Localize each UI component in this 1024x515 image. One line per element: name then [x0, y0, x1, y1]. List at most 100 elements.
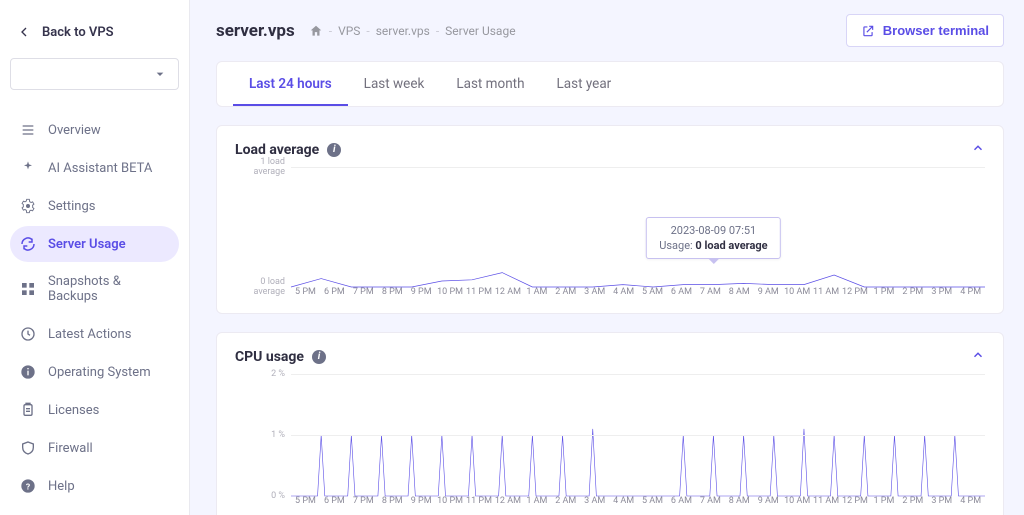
- x-tick-label: 8 PM: [378, 287, 407, 297]
- grid-line: [291, 374, 985, 375]
- y-tick-label: 1 %: [235, 430, 285, 440]
- sidebar-item-label: Licenses: [48, 403, 99, 418]
- sidebar-item-label: Overview: [48, 123, 101, 138]
- x-tick-label: 2 AM: [551, 496, 580, 506]
- x-tick-label: 6 AM: [667, 496, 696, 506]
- breadcrumb: - VPS - server.vps - Server Usage: [309, 24, 516, 38]
- x-tick-label: 4 AM: [609, 496, 638, 506]
- info-icon: [20, 364, 36, 380]
- cpu-usage-chart[interactable]: 2 %1 %0 %: [291, 374, 985, 496]
- x-tick-label: 3 PM: [927, 496, 956, 506]
- load-average-card: Load average i 2023-08-09 07:51 Usage: 0…: [216, 125, 1004, 314]
- grid-line: [291, 435, 985, 436]
- arrow-left-icon: [16, 24, 32, 40]
- sidebar: Back to VPS Overview AI Assistant BETA S…: [0, 0, 190, 515]
- x-tick-label: 7 PM: [349, 287, 378, 297]
- sidebar-item-overview[interactable]: Overview: [10, 112, 179, 148]
- x-tick-label: 7 AM: [696, 287, 725, 297]
- sidebar-item-label: Help: [48, 479, 75, 494]
- browser-terminal-label: Browser terminal: [883, 23, 989, 38]
- x-tick-label: 9 AM: [754, 496, 783, 506]
- clipboard-icon: [20, 402, 36, 418]
- x-tick-label: 5 AM: [638, 287, 667, 297]
- tab-last-24-hours[interactable]: Last 24 hours: [233, 62, 348, 106]
- x-tick-label: 4 PM: [956, 496, 985, 506]
- x-tick-label: 3 AM: [580, 287, 609, 297]
- x-tick-label: 6 PM: [320, 496, 349, 506]
- breadcrumb-item[interactable]: VPS: [338, 24, 360, 38]
- back-to-vps-link[interactable]: Back to VPS: [10, 14, 179, 58]
- back-to-vps-label: Back to VPS: [42, 25, 114, 40]
- tab-last-month[interactable]: Last month: [440, 62, 540, 106]
- y-tick-label: 0 %: [235, 491, 285, 501]
- svg-text:?: ?: [26, 482, 30, 492]
- x-tick-label: 9 AM: [754, 287, 783, 297]
- sidebar-item-server-usage[interactable]: Server Usage: [10, 226, 179, 262]
- info-icon[interactable]: i: [327, 143, 341, 157]
- server-select-dropdown[interactable]: [10, 58, 179, 90]
- x-tick-label: 5 PM: [291, 287, 320, 297]
- x-tick-label: 10 PM: [436, 287, 465, 297]
- x-tick-label: 1 PM: [869, 496, 898, 506]
- chart-title: CPU usage: [235, 349, 304, 365]
- sidebar-item-help[interactable]: ? Help: [10, 468, 179, 504]
- breadcrumb-item[interactable]: server.vps: [376, 24, 430, 38]
- browser-terminal-button[interactable]: Browser terminal: [846, 14, 1004, 47]
- list-icon: [20, 122, 36, 138]
- grid-icon: [20, 281, 36, 297]
- page-title: server.vps: [216, 21, 295, 41]
- x-tick-label: 12 PM: [841, 287, 870, 297]
- x-tick-label: 1 AM: [522, 287, 551, 297]
- caret-down-icon: [152, 66, 168, 82]
- collapse-button[interactable]: [971, 347, 985, 366]
- chart-tooltip: 2023-08-09 07:51 Usage: 0 load average: [646, 217, 780, 259]
- x-tick-label: 12 PM: [841, 496, 870, 506]
- refresh-icon: [20, 236, 36, 252]
- x-tick-label: 3 AM: [580, 496, 609, 506]
- x-tick-label: 8 AM: [725, 496, 754, 506]
- chart-title: Load average: [235, 142, 319, 158]
- load-average-chart[interactable]: 2023-08-09 07:51 Usage: 0 load average 1…: [291, 167, 985, 287]
- collapse-button[interactable]: [971, 140, 985, 159]
- main-content: server.vps - VPS - server.vps - Server U…: [190, 0, 1024, 515]
- x-tick-label: 9 PM: [407, 287, 436, 297]
- sidebar-item-snapshots[interactable]: Snapshots & Backups: [10, 264, 179, 314]
- x-tick-label: 7 AM: [696, 496, 725, 506]
- tooltip-usage-prefix: Usage:: [659, 239, 692, 252]
- time-range-tabs: Last 24 hours Last week Last month Last …: [217, 62, 1003, 106]
- tab-last-week[interactable]: Last week: [348, 62, 441, 106]
- x-tick-label: 4 PM: [956, 287, 985, 297]
- x-tick-label: 12 AM: [493, 496, 522, 506]
- sparkle-icon: [20, 160, 36, 176]
- sidebar-item-licenses[interactable]: Licenses: [10, 392, 179, 428]
- y-tick-label: 2 %: [235, 369, 285, 379]
- tab-last-year[interactable]: Last year: [541, 62, 628, 106]
- sidebar-item-firewall[interactable]: Firewall: [10, 430, 179, 466]
- sidebar-item-os[interactable]: Operating System: [10, 354, 179, 390]
- sidebar-item-label: Latest Actions: [48, 327, 131, 342]
- x-tick-label: 4 AM: [609, 287, 638, 297]
- info-icon[interactable]: i: [312, 350, 326, 364]
- x-tick-label: 10 AM: [783, 496, 812, 506]
- x-tick-label: 11 AM: [812, 287, 841, 297]
- home-icon[interactable]: [309, 24, 323, 38]
- question-icon: ?: [20, 478, 36, 494]
- x-tick-label: 7 PM: [349, 496, 378, 506]
- sidebar-item-label: Operating System: [48, 365, 151, 380]
- x-tick-label: 6 AM: [667, 287, 696, 297]
- x-tick-label: 11 PM: [465, 287, 494, 297]
- sidebar-item-ai-assistant[interactable]: AI Assistant BETA: [10, 150, 179, 186]
- sidebar-item-label: Snapshots & Backups: [48, 274, 169, 304]
- x-tick-label: 12 AM: [493, 287, 522, 297]
- sidebar-item-settings[interactable]: Settings: [10, 188, 179, 224]
- x-axis-labels: 5 PM6 PM7 PM8 PM9 PM10 PM11 PM12 AM1 AM2…: [291, 496, 985, 506]
- x-tick-label: 2 PM: [898, 496, 927, 506]
- x-tick-label: 8 AM: [725, 287, 754, 297]
- sidebar-item-latest-actions[interactable]: Latest Actions: [10, 316, 179, 352]
- grid-line: [291, 167, 985, 168]
- x-tick-label: 1 PM: [869, 287, 898, 297]
- x-tick-label: 10 PM: [436, 496, 465, 506]
- x-tick-label: 8 PM: [378, 496, 407, 506]
- gear-icon: [20, 198, 36, 214]
- time-range-tabs-card: Last 24 hours Last week Last month Last …: [216, 61, 1004, 107]
